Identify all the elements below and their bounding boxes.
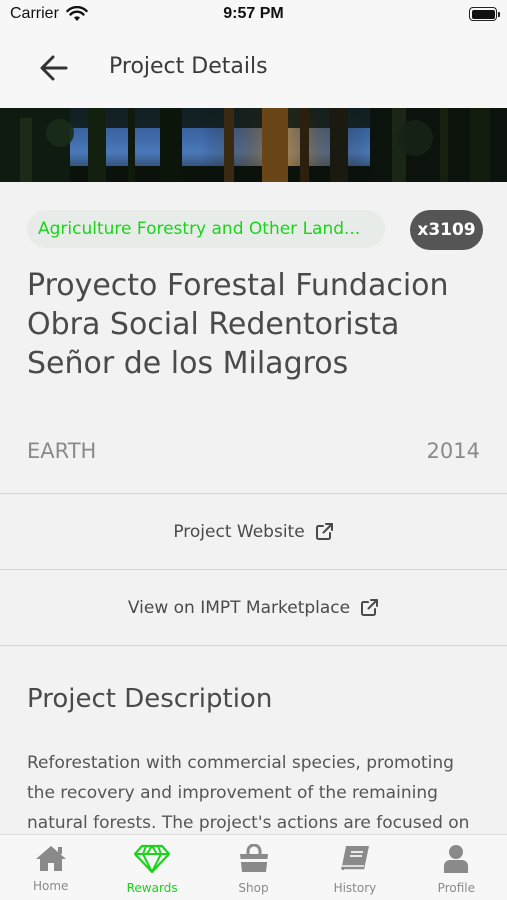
project-content[interactable]: Agriculture Forestry and Other Land... x… (0, 182, 507, 834)
battery-icon (469, 7, 500, 21)
tab-label: Profile (437, 881, 475, 895)
project-website-link[interactable]: Project Website (0, 493, 507, 569)
description-text: Reforestation with commercial species, p… (27, 753, 470, 833)
project-banner-image (0, 108, 507, 182)
user-icon (444, 845, 469, 873)
marketplace-link[interactable]: View on IMPT Marketplace (0, 569, 507, 645)
count-badge: x3109 (410, 210, 483, 250)
marketplace-label: View on IMPT Marketplace (127, 597, 351, 618)
project-name: Proyecto Forestal Fundacion Obra Social … (27, 268, 449, 381)
book-icon (341, 846, 369, 871)
arrow-left-icon (40, 55, 68, 81)
external-link-icon (360, 598, 379, 617)
tab-profile[interactable]: Profile (406, 835, 507, 900)
project-website-label: Project Website (173, 521, 305, 542)
description-title: Project Description (27, 684, 273, 714)
back-button[interactable] (32, 48, 76, 88)
project-year: 2014 (426, 439, 480, 463)
tab-label: Rewards (126, 881, 178, 895)
tab-rewards[interactable]: Rewards (101, 835, 202, 900)
status-bar: Carrier 9:57 PM (0, 0, 507, 30)
category-chip: Agriculture Forestry and Other Land... (27, 210, 385, 248)
tab-bar: Home Rewards Shop History Profile (0, 834, 507, 900)
nav-header: Project Details (0, 30, 507, 108)
home-icon (35, 846, 66, 871)
tab-label: History (333, 881, 377, 895)
diamond-icon (134, 844, 171, 874)
project-origin: EARTH (27, 439, 97, 463)
tab-label: Home (32, 879, 69, 893)
divider (0, 645, 507, 646)
tab-label: Shop (238, 881, 269, 895)
tab-shop[interactable]: Shop (203, 835, 304, 900)
tab-home[interactable]: Home (0, 835, 101, 900)
clock: 9:57 PM (223, 5, 284, 22)
shopping-bag-icon (239, 844, 268, 872)
page-title: Project Details (109, 54, 268, 79)
external-link-icon (315, 522, 334, 541)
tab-history[interactable]: History (304, 835, 405, 900)
